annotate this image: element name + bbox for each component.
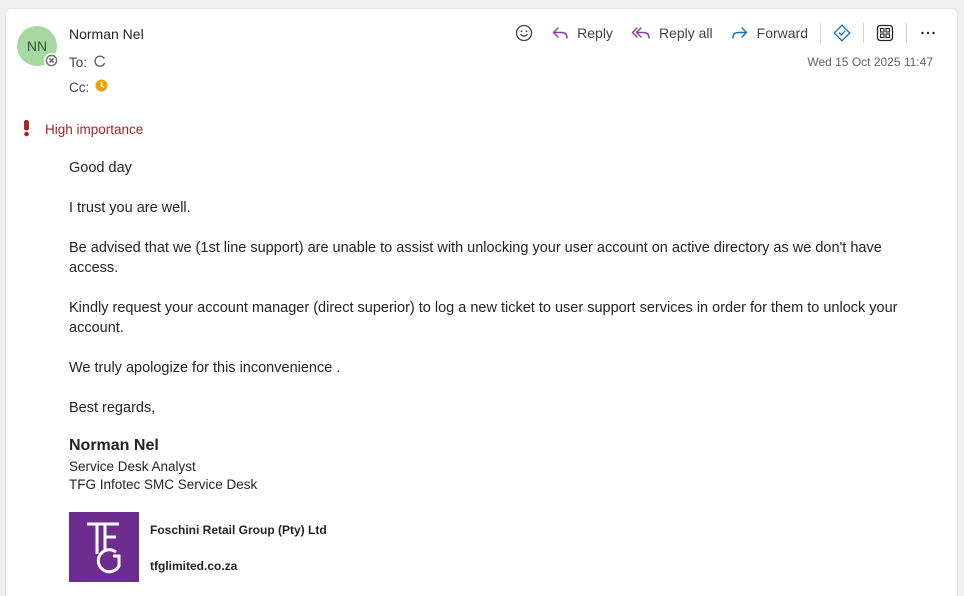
- reply-all-button[interactable]: Reply all: [631, 25, 713, 41]
- body-line-4: We truly apologize for this inconvenienc…: [69, 360, 341, 376]
- avatar-initials: NN: [26, 38, 48, 54]
- presence-offline-icon: [44, 53, 59, 68]
- toolbar-divider-2: [863, 23, 864, 43]
- add-in-diamond-icon[interactable]: [833, 24, 851, 42]
- reply-all-label: Reply all: [658, 25, 713, 41]
- message-toolbar: Reply Reply all Forward: [503, 22, 937, 44]
- clock-presence-icon[interactable]: [95, 79, 108, 95]
- toolbar-divider: [820, 23, 821, 43]
- body-line-3: Kindly request your account manager (dir…: [69, 300, 898, 336]
- apps-grid-icon[interactable]: [876, 24, 894, 42]
- body-greeting: Good day: [69, 160, 132, 176]
- reply-button[interactable]: Reply: [551, 25, 613, 41]
- signature-title: Service Desk Analyst: [69, 459, 196, 474]
- message-body: Good day I trust you are well. Be advise…: [69, 158, 929, 438]
- to-label: To:: [69, 55, 88, 70]
- body-closing: Best regards,: [69, 400, 156, 416]
- cc-row: Cc:: [69, 79, 108, 95]
- reply-icon: [551, 25, 569, 41]
- body-line-2: Be advised that we (1st line support) ar…: [69, 240, 882, 276]
- importance-label: High importance: [45, 122, 144, 137]
- cc-label: Cc:: [69, 79, 90, 95]
- signature-name: Norman Nel: [69, 437, 159, 454]
- emoji-reaction-icon[interactable]: [515, 24, 533, 42]
- importance-banner: High importance: [21, 119, 143, 140]
- toolbar-divider-3: [906, 23, 907, 43]
- tfg-logo: [69, 512, 139, 582]
- signature-department: TFG Infotec SMC Service Desk: [69, 477, 258, 492]
- forward-button[interactable]: Forward: [731, 25, 808, 41]
- exclamation-icon: [21, 119, 32, 140]
- reply-label: Reply: [577, 25, 613, 41]
- to-row: To:: [69, 54, 107, 71]
- signature-company: Foschini Retail Group (Pty) Ltd: [150, 523, 327, 537]
- reply-all-icon: [631, 25, 651, 41]
- forward-label: Forward: [756, 25, 808, 41]
- body-line-1: I trust you are well.: [69, 200, 191, 216]
- more-options-icon[interactable]: [919, 24, 937, 42]
- signature-website-link[interactable]: tfglimited.co.za: [150, 559, 237, 573]
- sender-name[interactable]: Norman Nel: [69, 26, 144, 42]
- loading-spinner-icon: [93, 54, 107, 71]
- forward-icon: [731, 25, 749, 41]
- message-date: Wed 15 Oct 2025 11:47: [807, 55, 933, 69]
